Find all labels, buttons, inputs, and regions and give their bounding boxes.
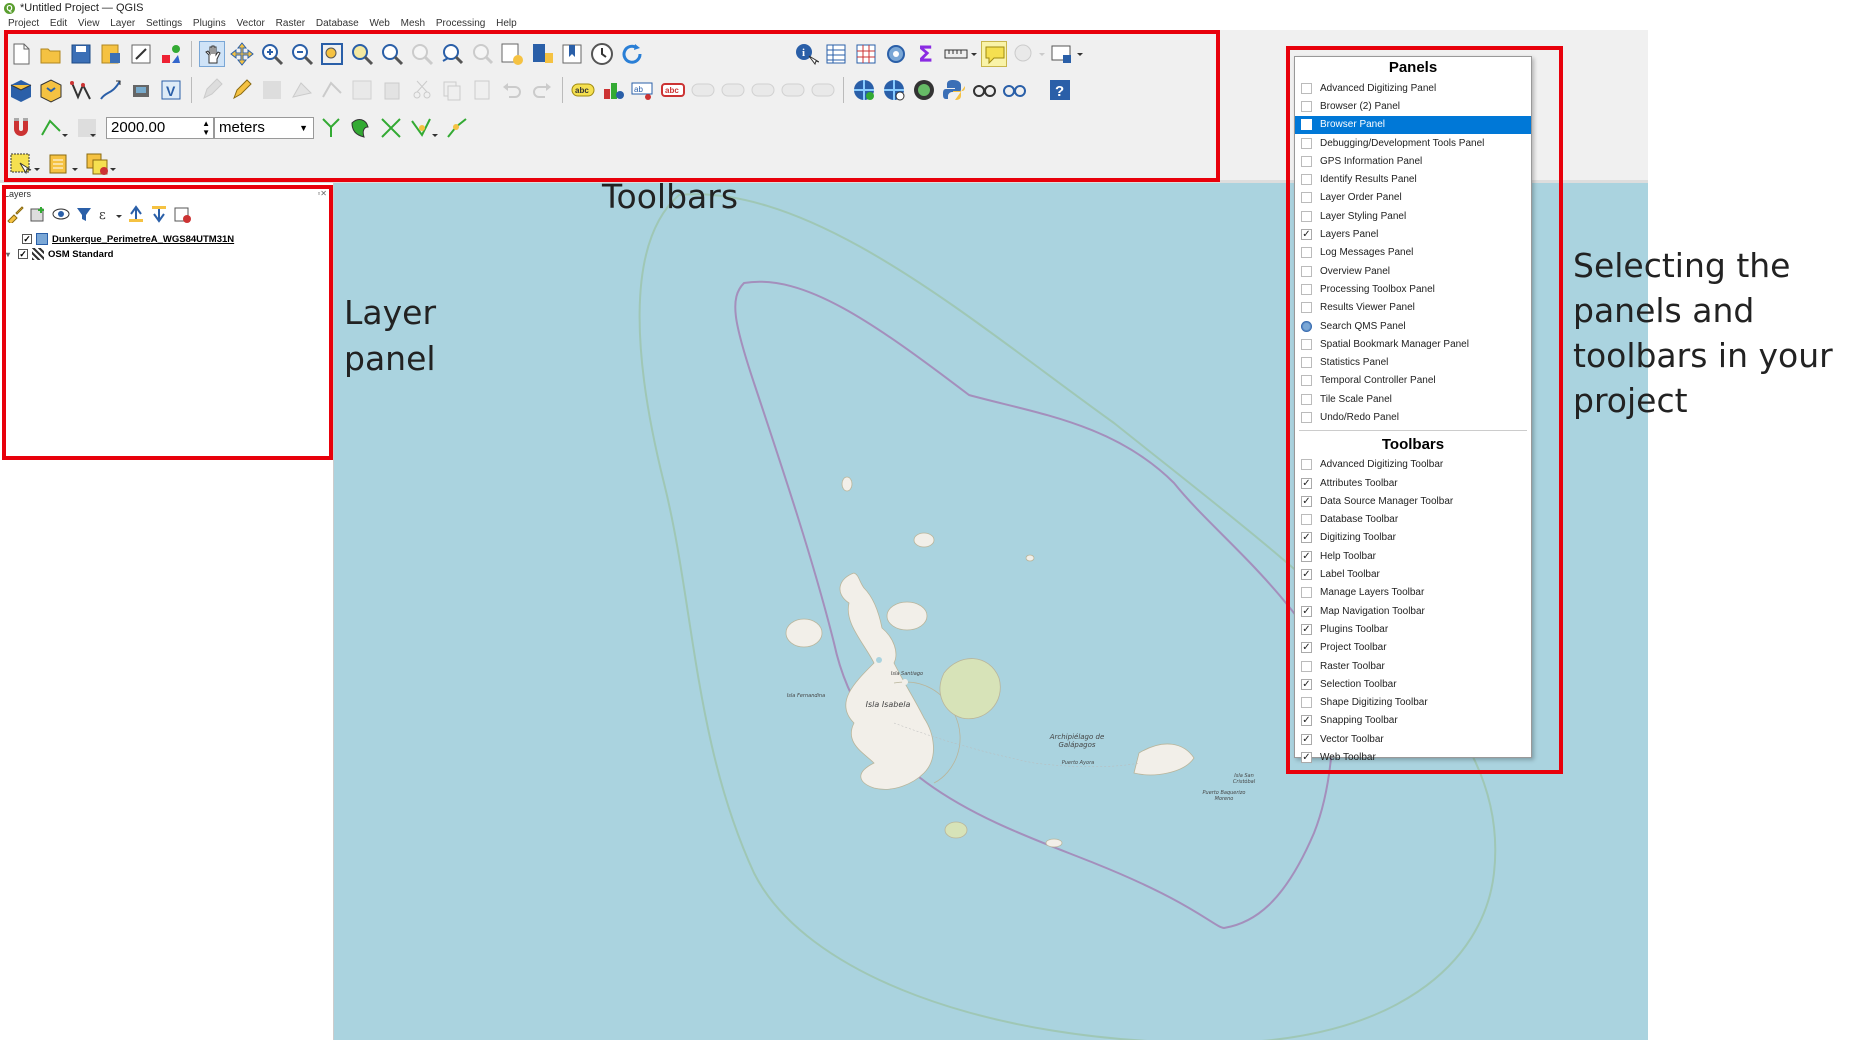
map-label: Isla Isabela <box>865 700 911 709</box>
isla-pinta-shape <box>913 532 935 548</box>
toolbars-highlight-box <box>4 30 1220 182</box>
menu-raster[interactable]: Raster <box>276 17 305 30</box>
menu-view[interactable]: View <box>78 17 100 30</box>
menu-vector[interactable]: Vector <box>237 17 265 30</box>
isla-marchena-shape <box>841 476 853 492</box>
qgis-icon: Q <box>4 3 15 14</box>
map-label: Isla Fernandina <box>786 693 826 699</box>
menu-plugins[interactable]: Plugins <box>193 17 226 30</box>
map-label: Puerto Ayora <box>1061 760 1095 766</box>
menu-project[interactable]: Project <box>8 17 39 30</box>
islet <box>902 679 908 685</box>
title-bar: Q *Untitled Project — QGIS <box>0 0 1648 17</box>
menu-help[interactable]: Help <box>496 17 517 30</box>
annotation-margin <box>1648 0 1875 1040</box>
san-cristobal-shape <box>1133 743 1195 776</box>
toolbars-annotation: Toolbars <box>602 177 739 216</box>
map-label: Isla Santiago <box>890 671 924 677</box>
menu-processing[interactable]: Processing <box>436 17 485 30</box>
map-label: Puerto Baquerizo Moreno <box>1202 790 1246 802</box>
layer-panel-annotation: Layer panel <box>344 293 437 378</box>
menu-bar: Project Edit View Layer Settings Plugins… <box>0 17 1648 30</box>
isla-floreana-shape <box>944 821 968 839</box>
espanola-shape <box>1045 838 1063 848</box>
menu-edit[interactable]: Edit <box>50 17 67 30</box>
isla-santiago-shape <box>886 601 928 631</box>
menu-database[interactable]: Database <box>316 17 359 30</box>
menu-highlight-box <box>1286 46 1563 774</box>
menu-layer[interactable]: Layer <box>110 17 135 30</box>
menu-mesh[interactable]: Mesh <box>401 17 425 30</box>
window-title: *Untitled Project — QGIS <box>20 2 144 14</box>
layer-panel-highlight-box <box>2 185 333 460</box>
menu-web[interactable]: Web <box>369 17 389 30</box>
lake <box>876 657 882 663</box>
isla-fernandina-shape <box>785 618 823 648</box>
menu-settings[interactable]: Settings <box>146 17 182 30</box>
map-label: Archipiélago de Galápagos <box>1049 733 1105 749</box>
map-label: Isla San Cristóbal <box>1232 773 1256 785</box>
genovesa-shape <box>1025 554 1035 562</box>
selecting-annotation: Selecting the panels and toolbars in you… <box>1573 246 1833 420</box>
study-area-perimeter <box>734 280 1336 930</box>
santa-cruz-shape <box>939 658 1001 720</box>
